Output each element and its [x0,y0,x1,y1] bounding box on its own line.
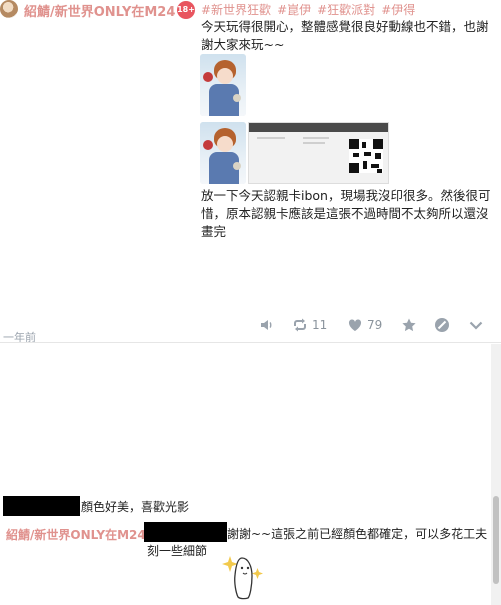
block-icon [435,318,449,332]
reblog-icon [294,318,306,332]
scrollbar-thumb[interactable] [493,496,499,584]
redacted-username [3,496,80,516]
favorite-button[interactable] [401,316,417,334]
post-body-text: 放一下今天認親卡ibon，現場我沒印很多。然後很可惜，原本認親卡應該是這張不過時… [201,188,491,239]
comment-text: 顏色好美，喜歡光影 [81,500,190,514]
block-button[interactable] [434,316,450,334]
like-count: 79 [367,318,383,332]
volume-button[interactable] [259,316,275,334]
heart-icon [348,319,362,331]
star-icon [402,318,416,332]
post-image-illustration[interactable] [200,54,246,116]
qr-code-icon [349,139,383,173]
comment-author-name[interactable]: 紹鯖/新世界ONLY在M24 [6,526,146,543]
post-image-ibon-ticket[interactable] [248,122,389,184]
tag-link[interactable]: #崑伊 [277,3,311,17]
reblog-button[interactable]: 11 [292,316,327,334]
post-author-name[interactable]: 紹鯖/新世界ONLY在M24 [24,1,175,20]
age-rating-badge: 18+ [177,1,195,19]
author-avatar[interactable] [0,0,18,18]
tag-link[interactable]: #伊得 [381,3,415,17]
more-options-button[interactable] [468,316,484,334]
tag-link[interactable]: #新世界狂歡 [201,3,271,17]
redacted-username [144,522,227,542]
post-tags: #新世界狂歡 #崑伊 #狂歡派對 #伊得 [201,1,421,18]
divider [0,342,501,343]
tag-link[interactable]: #狂歡派對 [317,3,375,17]
volume-icon [261,320,272,330]
post-image-card[interactable] [200,122,246,184]
sparkle-sticker-icon [222,556,263,600]
post-body-text: 今天玩得很開心，整體感覺很良好動線也不錯，也謝謝大家來玩~~ [201,19,489,52]
like-button[interactable]: 79 [347,316,382,334]
reblog-count: 11 [312,318,328,332]
chevron-down-icon [469,321,483,330]
